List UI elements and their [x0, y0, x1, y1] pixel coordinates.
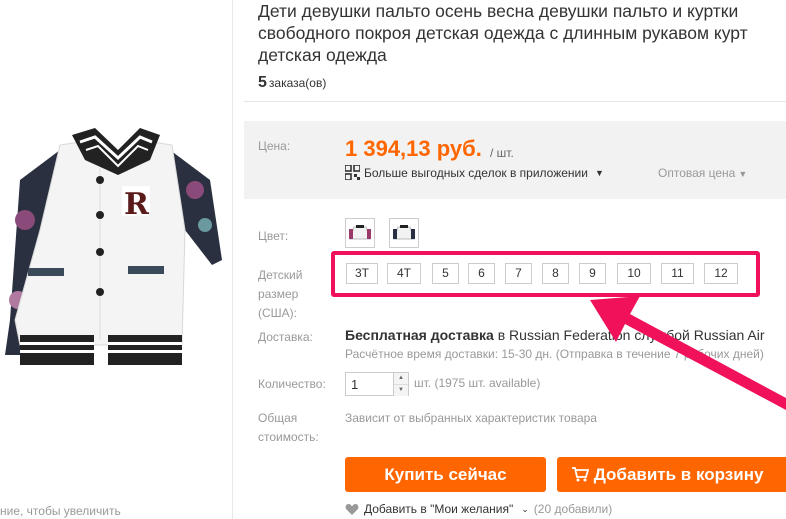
orders-number: 5	[258, 74, 267, 91]
product-title: Дети девушки пальто осень весна девушки …	[258, 0, 786, 66]
divider	[244, 101, 786, 102]
price-unit: / шт.	[490, 146, 514, 160]
quantity-available: шт. (1975 шт. available)	[414, 376, 541, 390]
wholesale-price-dropdown[interactable]: Оптовая цена ▼	[658, 166, 747, 180]
price-label: Цена:	[258, 139, 291, 153]
app-deals-dropdown[interactable]: Больше выгодных сделок в приложении ▼	[345, 165, 604, 180]
app-deals-label: Больше выгодных сделок в приложении	[364, 165, 588, 180]
increment-arrow-icon[interactable]: ▲	[394, 373, 408, 385]
size-label-line: (США):	[258, 306, 297, 320]
title-line: детская одежда	[258, 45, 387, 65]
decrement-arrow-icon[interactable]: ▼	[394, 385, 408, 396]
heart-icon	[345, 503, 359, 515]
size-label-line: Детский	[258, 268, 303, 282]
quantity-label: Количество:	[258, 377, 326, 391]
qr-code-icon	[345, 165, 360, 180]
wishlist-link[interactable]: Добавить в "Мои желания" ⌄ (20 добавили)	[345, 502, 612, 516]
title-line: Дети девушки пальто осень весна девушки …	[258, 1, 739, 21]
buy-now-button[interactable]: Купить сейчас	[345, 457, 546, 492]
annotation-arrow	[590, 296, 786, 410]
total-label-line: стоимость:	[258, 430, 319, 444]
jacket-thumbnail	[393, 225, 415, 240]
color-label: Цвет:	[258, 229, 289, 243]
product-image[interactable]: R	[0, 0, 232, 519]
zoom-hint: ние, чтобы увеличить	[0, 504, 121, 518]
total-label-line: Общая	[258, 411, 298, 425]
svg-text:R: R	[124, 187, 150, 222]
jacket-image: R	[5, 128, 222, 365]
orders-label: заказа(ов)	[268, 76, 327, 90]
free-shipping: Бесплатная доставка	[345, 327, 494, 343]
size-label: Детский размер (США):	[258, 266, 302, 323]
caret-down-icon: ⌄	[521, 503, 529, 514]
wholesale-label: Оптовая цена	[658, 166, 736, 180]
shipping-label: Доставка:	[258, 330, 313, 344]
price-section	[244, 121, 786, 199]
orders-count: 5 заказа(ов)	[258, 74, 326, 92]
caret-down-icon: ▼	[594, 167, 604, 178]
shipping-to: в	[497, 327, 506, 343]
panel-divider	[232, 0, 233, 519]
size-label-line: размер	[258, 287, 299, 301]
total-label: Общая стоимость:	[258, 409, 319, 447]
caret-down-icon: ▼	[738, 169, 748, 179]
cart-icon	[572, 467, 590, 482]
quantity-value[interactable]: 1	[351, 377, 358, 392]
color-swatch-dark[interactable]	[389, 218, 419, 248]
quantity-stepper[interactable]: 1 ▲ ▼	[345, 372, 409, 396]
color-swatch-floral[interactable]	[345, 218, 375, 248]
wishlist-label: Добавить в "Мои желания"	[364, 502, 514, 516]
title-line: свободного покроя детская одежда с длинн…	[258, 23, 748, 43]
total-value: Зависит от выбранных характеристик товар…	[345, 411, 597, 425]
price-value: 1 394,13 руб.	[345, 136, 482, 161]
jacket-thumbnail	[349, 225, 371, 240]
